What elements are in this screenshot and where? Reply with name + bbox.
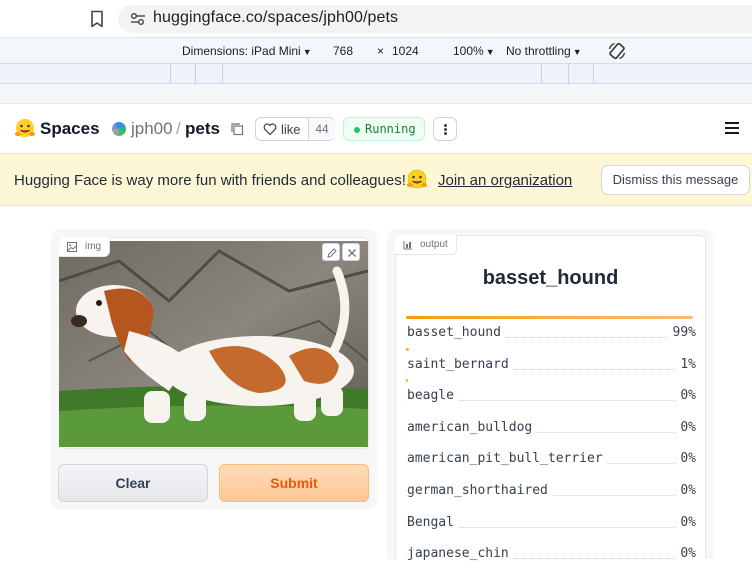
confidence-percent: 0% <box>676 451 696 467</box>
join-organization-link[interactable]: Join an organization <box>438 172 572 189</box>
spaces-link[interactable]: Spaces <box>40 119 100 139</box>
output-label: output <box>395 235 457 255</box>
owner-link[interactable]: jph00 <box>131 119 173 139</box>
confidence-percent: 0% <box>676 482 696 498</box>
confidence-label: american_pit_bull_terrier <box>407 451 607 467</box>
bookmark-icon[interactable] <box>89 10 105 28</box>
clear-image-button[interactable] <box>342 243 360 261</box>
confidence-percent: 0% <box>676 388 696 404</box>
confidence-row[interactable]: german_shorthaired 0% <box>406 474 696 506</box>
like-button[interactable]: like 44 <box>255 117 335 141</box>
status-badge[interactable]: Running <box>343 117 425 141</box>
height-field[interactable]: 1024 <box>392 44 419 58</box>
repo-link[interactable]: pets <box>185 119 220 139</box>
confidence-row[interactable]: american_bulldog 0% <box>406 411 696 443</box>
banner-message: Hugging Face is way more fun with friend… <box>14 172 406 189</box>
confidence-percent: 0% <box>676 514 696 530</box>
like-label: like <box>281 122 301 137</box>
image-icon <box>67 242 77 252</box>
throttling-dropdown[interactable]: No throttling ▼ <box>506 44 582 58</box>
confidence-row[interactable]: beagle 0% <box>406 379 696 411</box>
confidence-percent: 0% <box>676 419 696 435</box>
rotate-icon[interactable] <box>607 41 627 61</box>
confidence-bar <box>406 316 694 319</box>
status-text: Running <box>365 122 416 136</box>
confidence-label: american_bulldog <box>407 419 537 435</box>
menu-icon[interactable] <box>725 122 739 134</box>
caret-down-icon: ▼ <box>302 47 312 57</box>
dimensions-dropdown[interactable]: Dimensions: iPad Mini ▼ <box>182 44 312 58</box>
confidence-bar <box>406 347 409 351</box>
width-field[interactable]: 768 <box>333 44 353 58</box>
confidence-list: basset_hound 99% saint_bernard 1% beagle 0% am… <box>406 316 696 569</box>
caret-down-icon: ▼ <box>572 47 582 57</box>
browser-url-bar: huggingface.co/spaces/jph00/pets <box>0 0 752 38</box>
predicted-label: basset_hound <box>482 267 619 289</box>
confidence-row[interactable]: american_pit_bull_terrier 0% <box>406 442 696 474</box>
clear-button[interactable]: Clear <box>58 464 208 502</box>
confidence-label: beagle <box>407 388 458 404</box>
close-icon <box>348 249 356 257</box>
status-dot <box>354 127 360 133</box>
more-options-button[interactable] <box>433 117 457 141</box>
image-input-label: img <box>59 237 111 257</box>
viewport-gap <box>0 84 752 104</box>
device-toolbar: Dimensions: iPad Mini ▼ 768 × 1024 100% ▼ … <box>0 38 752 64</box>
confidence-bar <box>406 379 408 383</box>
confidence-percent: 99% <box>668 325 696 340</box>
hf-header: Spaces jph00 / pets like 44 Running <box>0 105 752 153</box>
site-settings-icon[interactable] <box>130 12 146 26</box>
path-separator: / <box>176 119 181 138</box>
copy-icon[interactable] <box>230 122 244 136</box>
confidence-row[interactable]: basset_hound 99% <box>406 316 696 348</box>
confidence-row[interactable]: saint_bernard 1% <box>406 347 696 380</box>
confidence-percent: 1% <box>676 356 696 372</box>
hugging-face-emoji-icon <box>407 169 427 189</box>
confidence-label: saint_bernard <box>407 356 513 372</box>
confidence-label: basset_hound <box>407 325 505 340</box>
like-count[interactable]: 44 <box>308 118 335 140</box>
edit-icon <box>327 248 337 258</box>
zoom-dropdown[interactable]: 100% ▼ <box>453 44 495 58</box>
confidence-row[interactable]: japanese_chin 0% <box>406 537 696 569</box>
avatar[interactable] <box>112 122 126 136</box>
hugging-face-logo[interactable] <box>14 118 36 140</box>
confidence-row[interactable]: Bengal 0% <box>406 506 696 538</box>
heart-icon <box>263 123 277 136</box>
media-query-ruler[interactable] <box>0 64 752 84</box>
label-icon <box>403 241 412 250</box>
submit-button[interactable]: Submit <box>219 464 369 502</box>
org-banner: Hugging Face is way more fun with friend… <box>0 153 752 206</box>
caret-down-icon: ▼ <box>485 47 495 57</box>
confidence-label: german_shorthaired <box>407 482 552 498</box>
edit-image-button[interactable] <box>322 243 340 261</box>
dog-photo <box>59 241 368 447</box>
times-sign: × <box>377 44 385 58</box>
dismiss-button[interactable]: Dismiss this message <box>601 165 750 195</box>
confidence-label: Bengal <box>407 514 458 530</box>
url-text[interactable]: huggingface.co/spaces/jph00/pets <box>153 9 398 27</box>
